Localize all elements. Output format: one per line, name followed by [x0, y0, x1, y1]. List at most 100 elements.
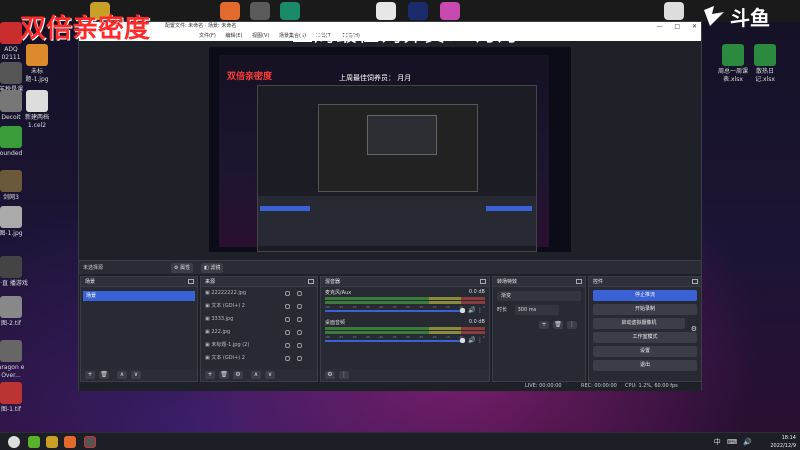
mixer-menu-button[interactable]: ⋮: [339, 371, 349, 379]
stop-streaming-button[interactable]: 停止推流: [593, 290, 697, 301]
volume-slider[interactable]: [325, 340, 463, 342]
desktop-shortcut[interactable]: 图-1.tif: [0, 382, 28, 414]
lock-icon[interactable]: [297, 304, 302, 309]
desktop-shortcut-label: 图-1.tif: [0, 406, 22, 413]
app-icon[interactable]: [28, 436, 40, 448]
transition-menu-button[interactable]: ⋮: [567, 321, 577, 329]
mixer-settings-button[interactable]: ⚙: [325, 371, 335, 379]
volume-slider-knob[interactable]: [460, 338, 465, 343]
menu-file[interactable]: 文件(F): [199, 33, 216, 39]
duration-input[interactable]: 300 ms: [514, 305, 559, 315]
clock-time: 18:14: [781, 435, 796, 441]
properties-label: 属性: [180, 265, 191, 271]
lock-icon[interactable]: [297, 343, 302, 348]
desktop-shortcut[interactable]: 葱·直 播游戏: [0, 256, 28, 288]
sources-footer: + 🗑 ⚙ ∧ ∨: [201, 369, 317, 381]
source-settings-button[interactable]: ⚙: [233, 371, 243, 379]
add-scene-button[interactable]: +: [85, 371, 95, 379]
desktop-shortcut[interactable]: 新建两档 1.cel2: [20, 90, 54, 130]
app-icon[interactable]: [220, 2, 240, 20]
undock-icon[interactable]: [480, 279, 486, 284]
desktop-shortcut[interactable]: 未标题-1.jpg: [20, 44, 54, 84]
desktop-shortcut-label: 散热日记.xlsx: [755, 68, 775, 83]
visibility-eye-icon[interactable]: [285, 330, 290, 335]
maximize-button[interactable]: □: [674, 23, 680, 30]
close-button[interactable]: ✕: [692, 23, 697, 30]
undock-icon[interactable]: [188, 279, 194, 284]
visibility-eye-icon[interactable]: [285, 343, 290, 348]
add-transition-button[interactable]: +: [539, 321, 549, 329]
source-item[interactable]: ▣ 文本 (GDI+) 2: [201, 352, 317, 365]
sources-dock: 来源 ▣ 22222222.jpg ▣ 文本 (GDI+) 2 ▣ 3333.jpg…: [200, 276, 318, 382]
recycle-bin-icon[interactable]: [664, 2, 684, 20]
overlay-title: 双倍亲密度: [20, 14, 151, 44]
settings-button[interactable]: 设置: [593, 346, 697, 357]
desktop-shortcut-label: 未标题-1.jpg: [25, 68, 49, 83]
level-meter: [325, 297, 485, 300]
speaker-icon[interactable]: 🔊: [468, 307, 475, 314]
menu-edit[interactable]: 编辑(E): [225, 33, 242, 39]
undock-icon[interactable]: [692, 279, 698, 284]
virtual-camera-settings-icon[interactable]: ⚙: [691, 325, 697, 333]
move-up-button[interactable]: ∧: [251, 371, 261, 379]
overlay-subtitle: 上周最佳饲养员： 月月: [292, 22, 520, 46]
move-down-button[interactable]: ∨: [131, 371, 141, 379]
more-options-icon[interactable]: ⋮: [477, 307, 483, 314]
obs-icon[interactable]: [250, 2, 270, 20]
lock-icon[interactable]: [297, 317, 302, 322]
remove-source-button[interactable]: 🗑: [219, 371, 229, 379]
volume-slider[interactable]: [325, 310, 463, 312]
undock-icon[interactable]: [576, 279, 582, 284]
lock-icon[interactable]: [297, 291, 302, 296]
desktop-shortcut[interactable]: 散热日记.xlsx: [748, 44, 782, 84]
visibility-eye-icon[interactable]: [285, 356, 290, 361]
speaker-icon[interactable]: 🔊: [468, 337, 475, 344]
start-recording-button[interactable]: 开始录制: [593, 304, 697, 315]
start-virtual-camera-button[interactable]: 启动虚拟摄像机: [593, 318, 685, 329]
visibility-eye-icon[interactable]: [285, 304, 290, 309]
start-icon[interactable]: [8, 436, 20, 448]
filters-button[interactable]: ◧ 滤镜: [201, 263, 224, 273]
lock-icon[interactable]: [297, 356, 302, 361]
add-source-button[interactable]: +: [205, 371, 215, 379]
app-icon[interactable]: [46, 436, 58, 448]
system-tray[interactable]: 中 ⌨ 🔊: [714, 437, 754, 447]
minimize-button[interactable]: —: [656, 23, 662, 30]
source-item[interactable]: ▣ 文本 (GDI+) 2: [201, 300, 317, 313]
remove-scene-button[interactable]: 🗑: [99, 371, 109, 379]
source-item[interactable]: ▣ 222.jpg: [201, 326, 317, 339]
studio-mode-button[interactable]: 工作室模式: [593, 332, 697, 343]
obs-icon[interactable]: [84, 436, 96, 448]
visibility-eye-icon[interactable]: [285, 291, 290, 296]
sources-dock-header: 来源: [201, 277, 317, 287]
no-source-selected-label: 未选择源: [83, 265, 104, 271]
scene-item[interactable]: 场景: [83, 291, 195, 301]
undock-icon[interactable]: [308, 279, 314, 284]
remove-transition-button[interactable]: 🗑: [553, 321, 563, 329]
source-item[interactable]: ▣ 未标题-1.jpg (2): [201, 339, 317, 352]
source-item[interactable]: ▣ 3333.jpg: [201, 313, 317, 326]
channel-db: 0.0 dB: [468, 289, 485, 295]
desktop-shortcut[interactable]: 图-1.jpg: [0, 206, 28, 238]
properties-button[interactable]: ⚙ 属性: [171, 263, 194, 273]
visibility-eye-icon[interactable]: [285, 317, 290, 322]
desktop-shortcut[interactable]: 图-2.tif: [0, 296, 28, 328]
source-item[interactable]: ▣ 22222222.jpg: [201, 287, 317, 300]
move-down-button[interactable]: ∨: [265, 371, 275, 379]
lock-icon[interactable]: [297, 330, 302, 335]
channel-name: 桌面音频: [325, 320, 346, 326]
menu-view[interactable]: 视图(V): [252, 33, 269, 39]
move-up-button[interactable]: ∧: [117, 371, 127, 379]
desktop-shortcut[interactable]: 周总一周课 表.xlsx: [716, 44, 750, 84]
transition-select[interactable]: 渐变: [497, 291, 581, 301]
preview-canvas[interactable]: 双倍亲密度 上周最佳饲养员： 月月: [209, 47, 571, 252]
volume-slider-knob[interactable]: [460, 308, 465, 313]
transitions-dock-header: 转场特效: [493, 277, 585, 287]
more-options-icon[interactable]: ⋮: [477, 337, 483, 344]
app-icon[interactable]: [64, 436, 76, 448]
clock[interactable]: 18:14 2022/12/9: [770, 434, 796, 450]
exit-button[interactable]: 退出: [593, 360, 697, 371]
desktop-shortcut[interactable]: aragon e Over...: [0, 340, 28, 380]
desktop-shortcut[interactable]: 剑网3: [0, 170, 28, 202]
desktop-shortcut[interactable]: ounded: [0, 126, 28, 158]
